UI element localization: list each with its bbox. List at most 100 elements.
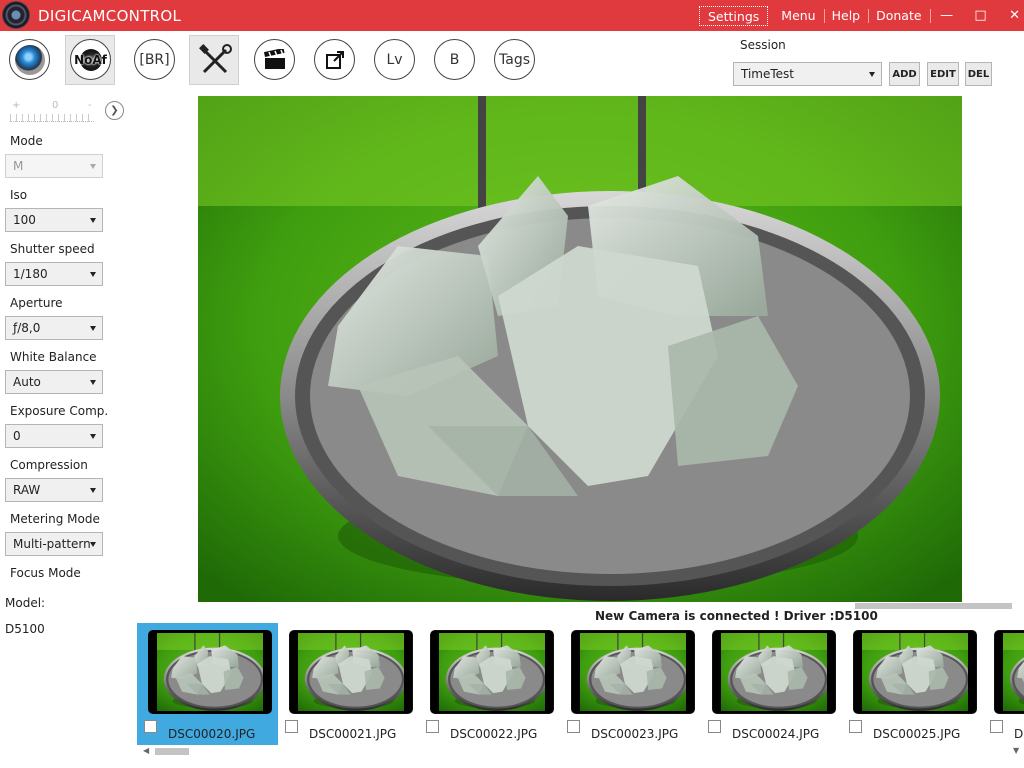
thumbnail-checkbox[interactable] [426, 720, 439, 733]
status-text: New Camera is connected ! Driver :D5100 [595, 609, 878, 623]
shutter-value: 1/180 [13, 267, 48, 281]
title-bar: DIGICAMCONTROL Settings Menu Help Donate… [0, 0, 1024, 31]
model-value: D5100 [5, 622, 45, 636]
thumbnail-item[interactable]: DSC00026.JPG [983, 623, 1024, 745]
thumbnail-item[interactable]: DSC00023.JPG [560, 623, 701, 745]
tools-button[interactable] [189, 35, 239, 85]
scroll-down-icon[interactable]: ▼ [1013, 746, 1019, 755]
minimize-icon[interactable]: — [930, 6, 964, 26]
session-label: Session [740, 38, 786, 52]
movie-button[interactable] [254, 39, 295, 80]
thumbnail-image [1003, 633, 1024, 711]
bracketing-label: [BR] [139, 51, 170, 68]
thumbnail-frame [148, 630, 272, 714]
scroll-left-icon[interactable]: ◀ [143, 746, 149, 755]
metering-label: Metering Mode [10, 512, 100, 526]
thumbnail-frame [712, 630, 836, 714]
external-window-button[interactable] [314, 39, 355, 80]
thumbnail-image [439, 633, 545, 711]
thumbnail-scrollbar[interactable] [155, 748, 189, 755]
thumbnail-item[interactable]: DSC00025.JPG [842, 623, 983, 745]
app-title: DIGICAMCONTROL [38, 7, 182, 25]
session-select[interactable]: TimeTest [733, 62, 882, 86]
iso-label: Iso [10, 188, 28, 202]
thumbnail-checkbox[interactable] [567, 720, 580, 733]
thumbnail-image [157, 633, 263, 711]
chevron-down-icon [90, 164, 96, 169]
chevron-down-icon [90, 326, 96, 331]
chevron-right-icon[interactable]: ❯ [105, 101, 124, 120]
exposure-scale: + 0 - [10, 100, 96, 126]
thumbnail-item[interactable]: DSC00024.JPG [701, 623, 842, 745]
chevron-down-icon [90, 380, 96, 385]
iso-select[interactable]: 100 [5, 208, 103, 232]
session-del-button[interactable]: DEL [965, 62, 992, 86]
capture-button[interactable] [9, 39, 50, 80]
thumbnail-item[interactable]: DSC00022.JPG [419, 623, 560, 745]
aperture-select[interactable]: ƒ/8,0 [5, 316, 103, 340]
maximize-icon[interactable]: □ [964, 6, 998, 26]
liveview-button[interactable]: Lv [374, 39, 415, 80]
camera-lens-icon [14, 44, 45, 75]
close-icon[interactable]: ✕ [998, 6, 1024, 26]
thumbnail-name: DSC00021.JPG [309, 727, 397, 741]
chevron-down-icon [90, 488, 96, 493]
compression-select[interactable]: RAW [5, 478, 103, 502]
ev-minus: - [88, 100, 92, 111]
noaf-icon: NoAf [70, 39, 111, 80]
chevron-down-icon [90, 542, 96, 547]
tools-icon [199, 44, 232, 74]
thumbnail-checkbox[interactable] [144, 720, 157, 733]
help-menu[interactable]: Help [824, 6, 869, 26]
app-logo [2, 1, 30, 29]
thumbnail-item[interactable]: DSC00021.JPG [278, 623, 419, 745]
shutter-select[interactable]: 1/180 [5, 262, 103, 286]
thumbnail-frame [430, 630, 554, 714]
compression-label: Compression [10, 458, 88, 472]
donate-menu[interactable]: Donate [868, 6, 932, 26]
tags-button[interactable]: Tags [494, 39, 535, 80]
white-balance-select[interactable]: Auto [5, 370, 103, 394]
session-edit-button[interactable]: EDIT [927, 62, 959, 86]
white-balance-label: White Balance [10, 350, 97, 364]
chevron-down-icon [90, 272, 96, 277]
session-add-button[interactable]: ADD [889, 62, 920, 86]
bulb-label: B [449, 51, 460, 68]
thumbnail-checkbox[interactable] [849, 720, 862, 733]
session-value: TimeTest [741, 67, 794, 81]
thumbnail-checkbox[interactable] [708, 720, 721, 733]
white-balance-value: Auto [13, 375, 41, 389]
capture-noaf-button[interactable]: NoAf [65, 35, 115, 85]
thumbnail-name: DSC00025.JPG [873, 727, 961, 741]
bulb-button[interactable]: B [434, 39, 475, 80]
thumbnail-frame [571, 630, 695, 714]
thumbnail-image [862, 633, 968, 711]
metering-value: Multi-pattern [13, 537, 91, 551]
settings-menu[interactable]: Settings [699, 5, 769, 26]
mode-select[interactable]: M [5, 154, 103, 178]
thumbnail-checkbox[interactable] [285, 720, 298, 733]
image-preview[interactable] [198, 96, 962, 602]
bracketing-button[interactable]: [BR] [134, 39, 175, 80]
chevron-down-icon [869, 72, 875, 77]
thumbnail-frame [853, 630, 977, 714]
aperture-label: Aperture [10, 296, 63, 310]
preview-scrollbar[interactable] [855, 603, 1012, 609]
mode-label: Mode [10, 134, 43, 148]
compression-value: RAW [13, 483, 41, 497]
exposure-comp-value: 0 [13, 429, 21, 443]
chevron-down-icon [90, 434, 96, 439]
thumbnail-image [298, 633, 404, 711]
thumbnail-frame [994, 630, 1024, 714]
thumbnail-checkbox[interactable] [990, 720, 1003, 733]
metering-select[interactable]: Multi-pattern [5, 532, 103, 556]
thumbnail-item[interactable]: DSC00020.JPG [137, 623, 278, 745]
photo-ice-in-strainer [198, 96, 962, 602]
thumbnail-image [580, 633, 686, 711]
exposure-comp-select[interactable]: 0 [5, 424, 103, 448]
ev-plus: + [12, 100, 21, 111]
main-menu[interactable]: Menu [773, 6, 825, 26]
model-label: Model: [5, 596, 46, 610]
focus-mode-label: Focus Mode [10, 566, 81, 580]
tags-label: Tags [499, 51, 530, 68]
